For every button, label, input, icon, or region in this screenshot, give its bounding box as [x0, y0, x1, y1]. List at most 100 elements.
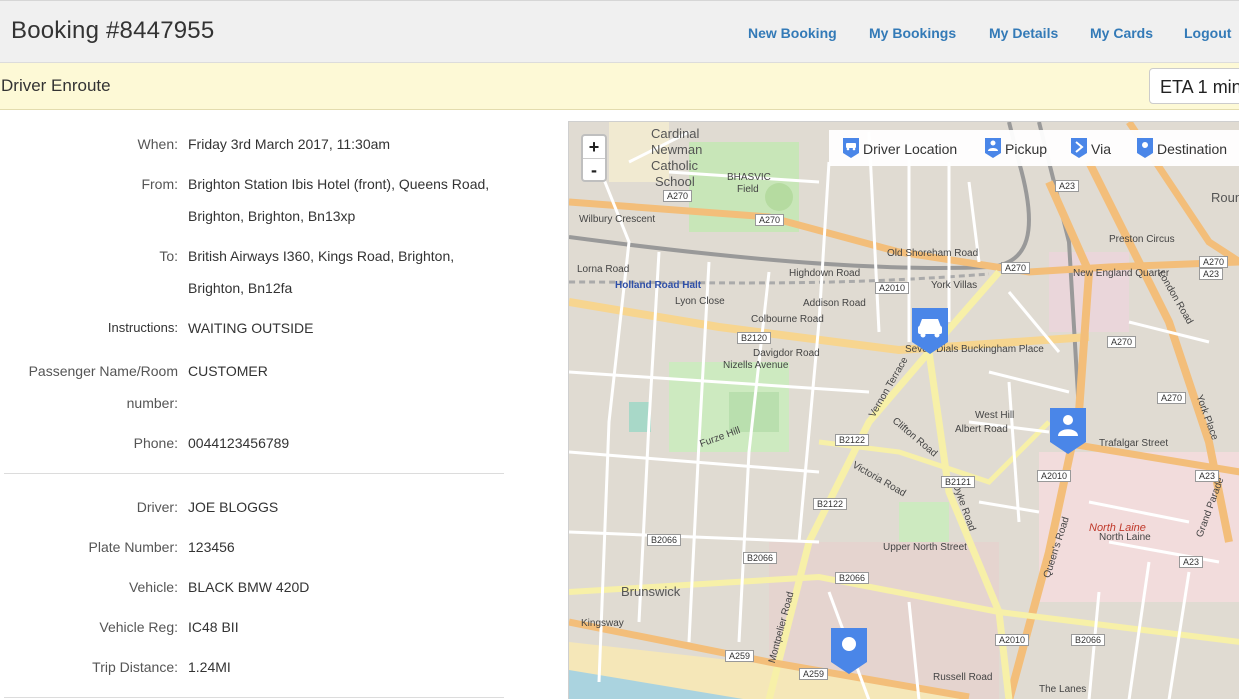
map-label-newman: Newman — [651, 142, 703, 157]
from-value-line2: Brighton, Brighton, Bn13xp — [188, 208, 356, 224]
zoom-control: + - — [581, 134, 607, 182]
from-value-line1: Brighton Station Ibis Hotel (front), Que… — [188, 176, 490, 192]
map-label-the-lanes: The Lanes — [1039, 684, 1087, 695]
map-label-holland-road-halt: Holland Road Halt — [615, 280, 702, 291]
map-label-roun: Roun — [1211, 190, 1239, 205]
road-shield: A259 — [725, 650, 755, 662]
map-label-davigdor-road: Davigdor Road — [753, 348, 820, 359]
driver-location-marker[interactable] — [912, 308, 948, 359]
legend-driver-label: Driver Location — [863, 141, 958, 157]
nav-logout[interactable]: Logout — [1184, 25, 1231, 41]
to-label: To: — [159, 248, 178, 264]
map-label-north-laine: North Laine — [1099, 532, 1151, 543]
status-bar: Driver Enroute ETA 1 min — [0, 63, 1239, 110]
map-view[interactable]: Cardinal Newman Catholic School BHASVIC … — [568, 121, 1239, 699]
when-label: When: — [137, 136, 178, 152]
pickup-marker[interactable] — [1050, 408, 1086, 459]
via-icon — [1071, 138, 1087, 161]
map-label-west-hill: West Hill — [975, 410, 1015, 421]
road-shield: B2121 — [941, 476, 976, 488]
vehicle-value: BLACK BMW 420D — [188, 579, 310, 595]
person-icon — [1050, 408, 1086, 454]
divider-bottom — [4, 697, 504, 698]
passenger-label-line2: number: — [126, 395, 178, 411]
top-navbar: Booking #8447955 New Booking My Bookings… — [0, 0, 1239, 63]
road-shield: B2066 — [835, 572, 870, 584]
legend-pickup-label: Pickup — [1005, 141, 1048, 157]
person-icon — [985, 138, 1001, 161]
plate-value: 123456 — [188, 539, 235, 555]
car-icon — [843, 138, 859, 161]
phone-value: 0044123456789 — [188, 435, 290, 451]
legend-destination[interactable]: Destination — [1137, 138, 1227, 161]
instructions-label: Instructions: — [107, 320, 178, 335]
map-label-old-shoreham-road: Old Shoreham Road — [887, 248, 979, 259]
map-label-trafalgar-street: Trafalgar Street — [1099, 438, 1169, 449]
legend-via[interactable]: Via — [1071, 138, 1111, 161]
nav-my-details[interactable]: My Details — [989, 25, 1058, 41]
map-label-buckingham-place: Buckingham Place — [961, 344, 1044, 355]
page-title: Booking #8447955 — [11, 17, 215, 44]
road-shield: B2066 — [647, 534, 682, 546]
map-label-russell-road: Russell Road — [933, 672, 993, 683]
map-label-upper-north-street: Upper North Street — [883, 542, 967, 553]
nav-my-bookings[interactable]: My Bookings — [869, 25, 956, 41]
pin-icon — [831, 628, 867, 674]
road-shield: B2122 — [813, 498, 848, 510]
passenger-value: CUSTOMER — [188, 363, 268, 379]
map-label-colbourne-road: Colbourne Road — [751, 314, 824, 325]
legend-pickup[interactable]: Pickup — [985, 138, 1047, 161]
map-label-lorna-road: Lorna Road — [577, 264, 630, 275]
map-label-york-villas: York Villas — [931, 280, 978, 291]
road-shield: A2010 — [875, 282, 910, 294]
map-label-highdown-road: Highdown Road — [789, 268, 861, 279]
map-label-cardinal: Cardinal — [651, 126, 700, 141]
zoom-out-button[interactable]: - — [583, 158, 605, 180]
eta-badge: ETA 1 min — [1149, 68, 1239, 104]
map-label-school: School — [655, 174, 695, 189]
road-shield: A259 — [799, 668, 829, 680]
map-label-field: Field — [737, 184, 759, 195]
road-shield: A270 — [1157, 392, 1187, 404]
road-shield: A23 — [1055, 180, 1080, 192]
reg-value: IC48 BII — [188, 619, 239, 635]
from-label: From: — [141, 176, 178, 192]
map-label-kingsway: Kingsway — [581, 618, 624, 629]
nav-new-booking[interactable]: New Booking — [748, 25, 837, 41]
nav-my-cards[interactable]: My Cards — [1090, 25, 1153, 41]
driver-value: JOE BLOGGS — [188, 499, 279, 515]
car-icon — [912, 308, 948, 354]
road-shield: A23 — [1195, 470, 1220, 482]
road-shield: A270 — [1107, 336, 1137, 348]
legend-driver-location[interactable]: Driver Location — [843, 138, 957, 161]
booking-details: When: Friday 3rd March 2017, 11:30am Fro… — [0, 110, 568, 699]
road-shield: A270 — [663, 190, 693, 202]
phone-label: Phone: — [133, 435, 178, 451]
road-shield: B2066 — [1071, 634, 1106, 646]
status-text: Driver Enroute — [1, 76, 111, 95]
map-label-brunswick: Brunswick — [621, 584, 681, 599]
road-shield: A2010 — [1037, 470, 1072, 482]
road-shield: B2066 — [743, 552, 778, 564]
road-shield: B2122 — [835, 434, 870, 446]
map-label-catholic: Catholic — [651, 158, 698, 173]
road-shield: A270 — [1199, 256, 1229, 268]
map-label-bhasvic: BHASVIC — [727, 172, 771, 183]
destination-marker[interactable] — [831, 628, 867, 679]
road-shield: A23 — [1179, 556, 1204, 568]
legend-destination-label: Destination — [1157, 141, 1228, 157]
map-label-wilbury-crescent: Wilbury Crescent — [579, 214, 656, 225]
road-shield: B2120 — [737, 332, 772, 344]
distance-label: Trip Distance: — [92, 659, 178, 675]
plate-label: Plate Number: — [88, 539, 178, 555]
zoom-in-button[interactable]: + — [583, 136, 605, 158]
map-legend: Driver Location Pickup Via Destination — [829, 130, 1239, 166]
map-label-addison-road: Addison Road — [803, 298, 866, 309]
to-value-line2: Brighton, Bn12fa — [188, 280, 293, 296]
divider — [4, 473, 504, 474]
road-shield: A2010 — [995, 634, 1030, 646]
map-label-nizells-avenue: Nizells Avenue — [723, 360, 789, 371]
vehicle-label: Vehicle: — [128, 579, 178, 595]
when-value: Friday 3rd March 2017, 11:30am — [188, 136, 391, 152]
reg-label: Vehicle Reg: — [99, 619, 178, 635]
